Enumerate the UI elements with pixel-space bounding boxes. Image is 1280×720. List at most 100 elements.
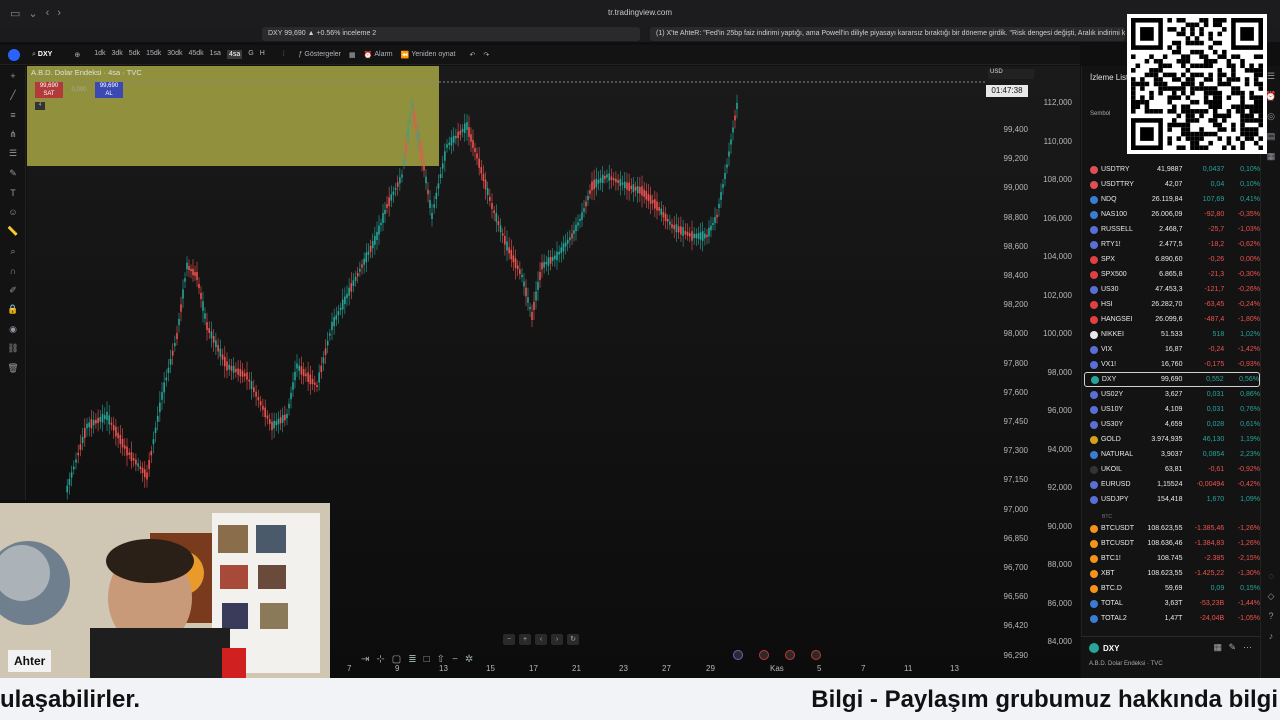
watchlist-row-russell[interactable]: RUSSELL 2.468,7 -25,7 -1,03% — [1084, 222, 1260, 237]
trash-icon[interactable]: 🗑 — [0, 359, 26, 379]
redo-icon[interactable]: ↷ — [483, 51, 489, 59]
timeframe-30dk[interactable]: 30dk — [167, 50, 182, 59]
brush-icon[interactable]: ✎ — [0, 164, 26, 184]
tab-dxy[interactable]: DXY 99,690 ▲ +0.56% inceleme 2 — [262, 27, 640, 41]
settings-icon[interactable]: ✲ — [465, 654, 473, 668]
emoji-icon[interactable]: ☺ — [0, 203, 26, 223]
watchlist-row-eurusd[interactable]: EURUSD 1,15524 -0,00494 -0,42% — [1084, 477, 1260, 492]
watchlist-row-usdjpy[interactable]: USDJPY 154,418 1,670 1,09% — [1084, 492, 1260, 507]
watchlist-row-btc1![interactable]: BTC1! 108.745 -2.385 -2,15% — [1084, 551, 1260, 566]
trendline-icon[interactable]: ╱ — [0, 86, 26, 106]
comment-icon[interactable]: ▢ — [392, 654, 401, 668]
ideas-icon[interactable]: ◇ — [1261, 586, 1280, 606]
watchlist-row-natural[interactable]: NATURAL 3,9037 0,0854 2,23% — [1084, 447, 1260, 462]
buy-button[interactable]: 99,690 AL — [95, 82, 123, 98]
watchlist-row-us02y[interactable]: US02Y 3,627 0,031 0,86% — [1084, 387, 1260, 402]
quantity-badge[interactable]: 4 — [35, 102, 45, 110]
more-icon[interactable]: ⋯ — [1243, 642, 1252, 653]
symbol-search[interactable]: DXY — [38, 51, 52, 58]
pointer-icon[interactable]: ⇥ — [361, 654, 369, 668]
watchlist-row-ndq[interactable]: NDQ 26.119,84 107,69 0,41% — [1084, 192, 1260, 207]
alarm-icon[interactable]: ⏰ — [364, 51, 373, 59]
timeframe-G[interactable]: G — [248, 50, 253, 59]
timeframe-4sa[interactable]: 4sa — [226, 50, 243, 59]
arrow-up-icon[interactable]: ⇧ — [437, 654, 445, 668]
flag-us-icon[interactable] — [759, 650, 769, 660]
indicators-icon[interactable]: ƒ — [299, 51, 303, 58]
watchlist-row-hangsei[interactable]: HANGSEI 26.099,6 -487,4 -1,80% — [1084, 312, 1260, 327]
search-icon[interactable]: ⌕ — [32, 51, 36, 59]
minus-icon[interactable]: − — [452, 654, 458, 668]
flag-us-icon[interactable] — [785, 650, 795, 660]
zoom-in-icon[interactable]: + — [519, 634, 531, 645]
timeframe-H[interactable]: H — [260, 50, 265, 59]
watchlist-row-usdttry[interactable]: USDTTRY 42,07 0,04 0,10% — [1084, 177, 1260, 192]
crosshair-icon[interactable]: + — [0, 66, 26, 86]
watchlist-row-rty1![interactable]: RTY1! 2.477,5 -18,2 -0,62% — [1084, 237, 1260, 252]
timeframe-15dk[interactable]: 15dk — [146, 50, 161, 59]
undo-icon[interactable]: ↶ — [469, 51, 475, 59]
scroll-right-icon[interactable]: › — [551, 634, 563, 645]
magnet-icon[interactable]: ∩ — [0, 261, 26, 281]
notifications-icon[interactable]: ♪ — [1261, 626, 1280, 646]
watchlist-row-xbt[interactable]: XBT 108.623,55 -1.425,22 -1,30% — [1084, 566, 1260, 581]
chevron-down-icon[interactable]: ⌄ — [28, 7, 37, 20]
list-icon[interactable]: ≣ — [408, 654, 416, 668]
event-marker-icon[interactable] — [733, 650, 743, 660]
fib-icon[interactable]: ☰ — [0, 144, 26, 164]
watchlist-row-hsi[interactable]: HSI 26.282,70 -63,45 -0,24% — [1084, 297, 1260, 312]
watchlist-row-spx500[interactable]: SPX500 6.865,8 -21,3 -0,30% — [1084, 267, 1260, 282]
flag-us-icon[interactable] — [811, 650, 821, 660]
edit-icon[interactable]: ✎ — [1228, 642, 1236, 653]
back-icon[interactable]: ‹ — [46, 7, 50, 20]
grid-icon[interactable]: ▦ — [1213, 642, 1222, 653]
zoom-out-icon[interactable]: − — [503, 634, 515, 645]
chat-icon[interactable]: ◌ — [1261, 566, 1280, 586]
sidebar-icon[interactable]: ▭ — [10, 7, 20, 20]
watchlist-row-gold[interactable]: GOLD 3.974,935 46,130 1,19% — [1084, 432, 1260, 447]
watchlist-row-vix[interactable]: VIX 16,87 -0,24 -1,42% — [1084, 342, 1260, 357]
ruler-icon[interactable]: 📏 — [0, 222, 26, 242]
help-icon[interactable]: ? — [1261, 606, 1280, 626]
price-axis[interactable]: USD 01:47:38 112,000 110,000 108,000 106,00… — [985, 66, 1080, 678]
scroll-left-icon[interactable]: ‹ — [535, 634, 547, 645]
sell-button[interactable]: 99,690 SAT — [35, 82, 63, 98]
timeframe-1sa[interactable]: 1sa — [210, 50, 221, 59]
replay-button[interactable]: Yeniden oynat — [411, 51, 455, 58]
user-avatar[interactable] — [8, 48, 20, 61]
watchlist-row-ukoil[interactable]: UKOIL 63,81 -0,61 -0,92% — [1084, 462, 1260, 477]
timeframe-3dk[interactable]: 3dk — [112, 50, 123, 59]
column-header-symbol[interactable]: Sembol — [1090, 111, 1110, 117]
draw-mode-icon[interactable]: ✐ — [0, 281, 26, 301]
section-btc[interactable]: BTC — [1102, 514, 1112, 520]
timeframe-5dk[interactable]: 5dk — [129, 50, 140, 59]
watchlist-row-usdtry[interactable]: USDTRY 41,9887 0,0437 0,10% — [1084, 162, 1260, 177]
replay-icon[interactable]: ⏪ — [401, 51, 410, 59]
lock-icon[interactable]: 🔒 — [0, 300, 26, 320]
watchlist-row-nikkei[interactable]: NIKKEI 51.533 518 1,02% — [1084, 327, 1260, 342]
compare-icon[interactable]: ⊕ — [74, 51, 80, 59]
watchlist-row-total[interactable]: TOTAL 3,63T -53,23B -1,44% — [1084, 596, 1260, 611]
watchlist-row-btc.d[interactable]: BTC.D 59,69 0,09 0,15% — [1084, 581, 1260, 596]
eye-icon[interactable]: ◉ — [0, 320, 26, 340]
alarm-button[interactable]: Alarm — [374, 51, 392, 58]
watchlist-row-vx1![interactable]: VX1! 16,760 -0,175 -0,93% — [1084, 357, 1260, 372]
pitchfork-icon[interactable]: ⋔ — [0, 125, 26, 145]
timeframe-1dk[interactable]: 1dk — [94, 50, 105, 59]
currency-selector[interactable]: USD — [988, 69, 1034, 79]
watchlist-row-dxy[interactable]: DXY 99,690 0,552 0,56% — [1084, 372, 1260, 387]
indicators-button[interactable]: Göstergeler — [304, 51, 341, 58]
forward-icon[interactable]: › — [57, 7, 61, 20]
watchlist-row-us30[interactable]: US30 47.453,3 -121,7 -0,26% — [1084, 282, 1260, 297]
zoom-icon[interactable]: ⌕ — [0, 242, 26, 262]
horizontal-lines-icon[interactable]: ≡ — [0, 105, 26, 125]
rect-icon[interactable]: □ — [424, 654, 430, 668]
watchlist-row-btcusdt[interactable]: BTCUSDT 108.623,55 -1.385,46 -1,26% — [1084, 521, 1260, 536]
watchlist-row-spx[interactable]: SPX 6.890,60 -0,26 0,00% — [1084, 252, 1260, 267]
watchlist-row-total2[interactable]: TOTAL2 1,47T -24,04B -1,05% — [1084, 611, 1260, 626]
watchlist-row-us10y[interactable]: US10Y 4,109 0,031 0,76% — [1084, 402, 1260, 417]
watchlist-row-btcusdt[interactable]: BTCUSDT 108.636,46 -1.384,83 -1,26% — [1084, 536, 1260, 551]
detail-symbol[interactable]: DXY — [1103, 644, 1119, 653]
address-bar[interactable]: tr.tradingview.com — [380, 5, 900, 21]
text-icon[interactable]: T — [0, 183, 26, 203]
